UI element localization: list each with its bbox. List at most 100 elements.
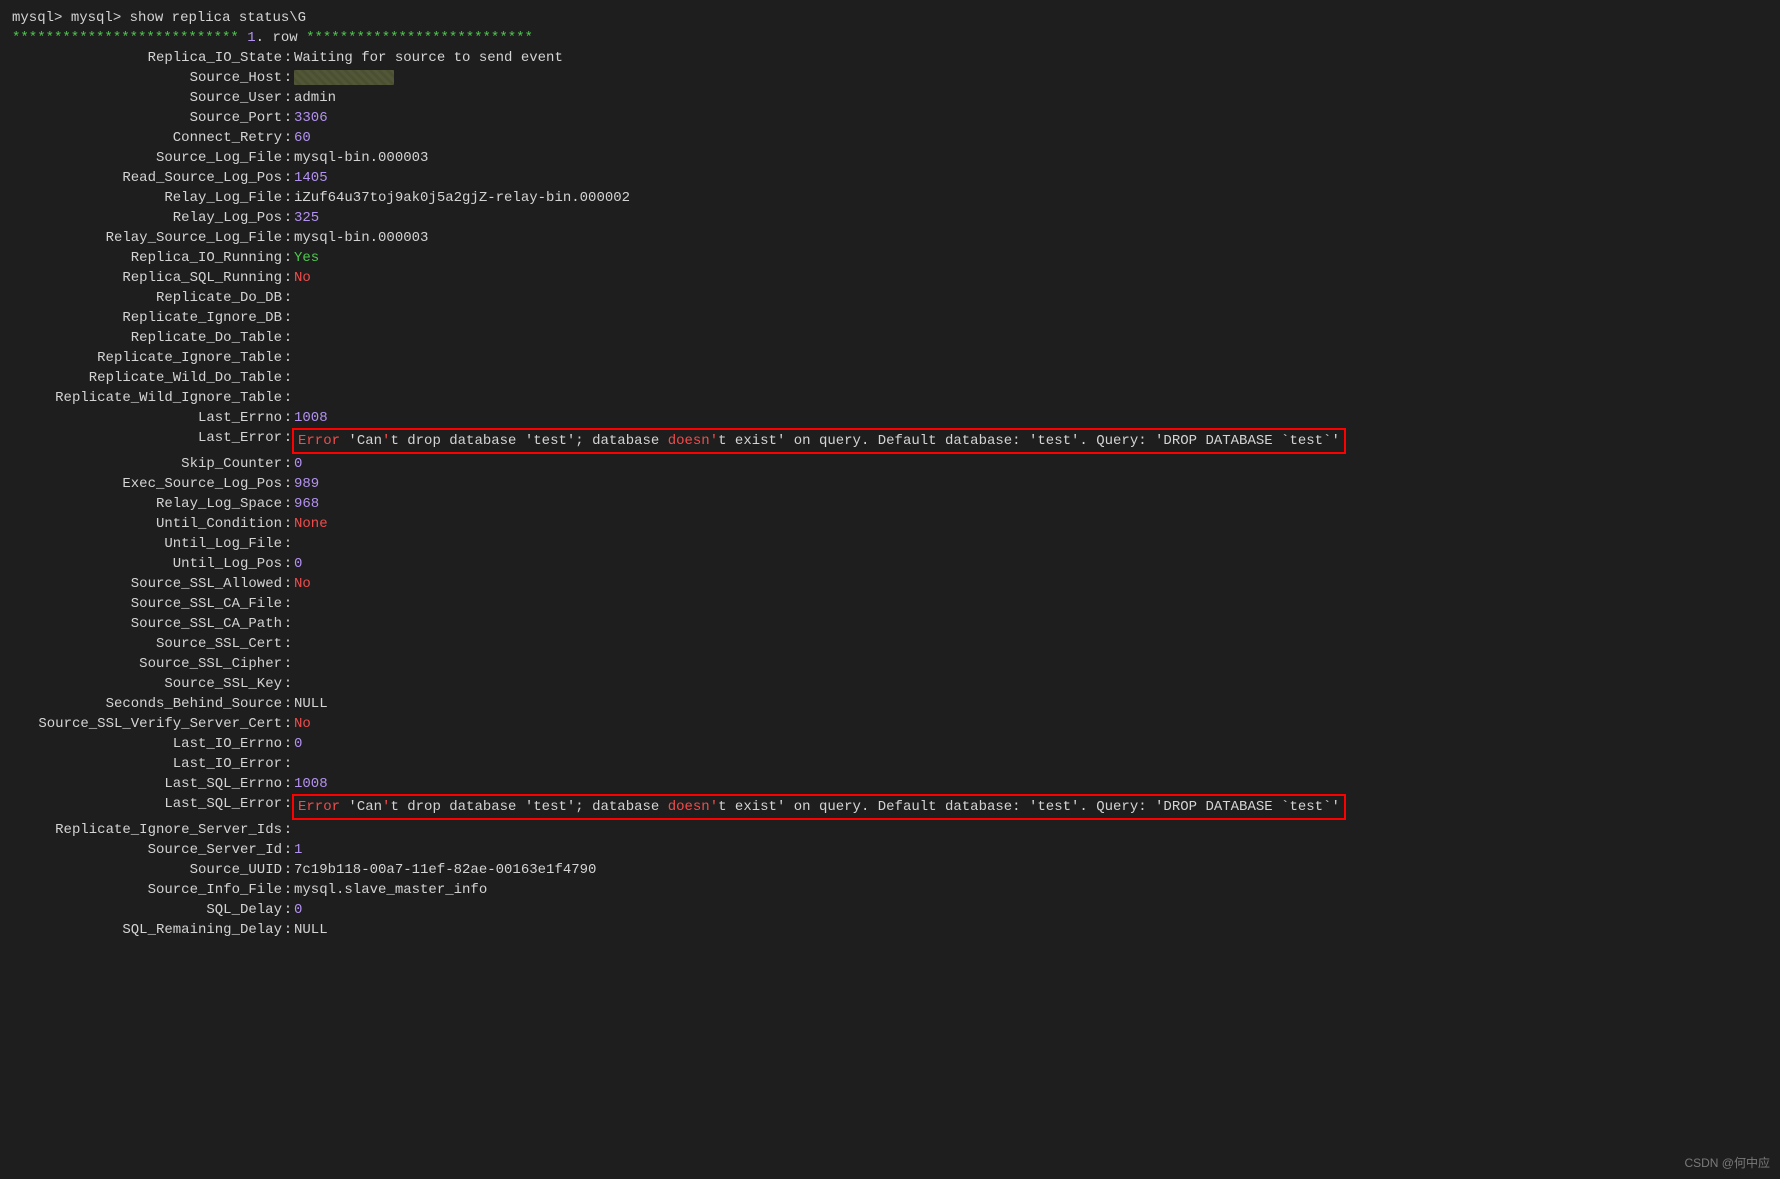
field-row: Source_SSL_Allowed:No [12,574,1768,594]
field-key: Until_Log_Pos [12,554,282,574]
field-key: Skip_Counter [12,454,282,474]
field-key: Replicate_Ignore_Table [12,348,282,368]
field-value: 325 [294,208,1768,228]
field-sep: : [282,328,294,348]
field-sep: : [282,474,294,494]
field-sep: : [282,694,294,714]
field-key: Last_IO_Error [12,754,282,774]
field-row: Source_SSL_Cert: [12,634,1768,654]
field-key: Replica_SQL_Running [12,268,282,288]
field-sep: : [282,714,294,734]
field-sep: : [282,920,294,940]
field-value [294,68,1768,88]
field-key: Replica_IO_State [12,48,282,68]
field-key: Last_IO_Errno [12,734,282,754]
field-sep: : [282,454,294,474]
field-value: Error 'Can't drop database 'test'; datab… [294,794,1768,820]
field-sep: : [282,594,294,614]
redacted-value [294,70,394,85]
field-value [294,348,1768,368]
field-key: Last_SQL_Errno [12,774,282,794]
field-sep: : [282,308,294,328]
field-key: Source_Port [12,108,282,128]
field-sep: : [282,368,294,388]
field-value: Waiting for source to send event [294,48,1768,68]
field-key: Exec_Source_Log_Pos [12,474,282,494]
error-message-box: Error 'Can't drop database 'test'; datab… [292,428,1346,454]
field-row: Source_UUID:7c19b118-00a7-11ef-82ae-0016… [12,860,1768,880]
field-sep: : [282,348,294,368]
field-row: Skip_Counter:0 [12,454,1768,474]
field-sep: : [282,88,294,108]
field-value [294,388,1768,408]
field-row: Source_Server_Id:1 [12,840,1768,860]
field-value: No [294,268,1768,288]
field-key: Connect_Retry [12,128,282,148]
field-key: Replicate_Do_DB [12,288,282,308]
field-row: Until_Condition:None [12,514,1768,534]
field-row: SQL_Delay:0 [12,900,1768,920]
field-key: Source_User [12,88,282,108]
field-value [294,634,1768,654]
field-row: Source_Log_File:mysql-bin.000003 [12,148,1768,168]
field-row: Connect_Retry:60 [12,128,1768,148]
field-value: mysql-bin.000003 [294,148,1768,168]
field-sep: : [282,614,294,634]
field-row: Source_SSL_Key: [12,674,1768,694]
field-value: 968 [294,494,1768,514]
field-sep: : [282,574,294,594]
field-row: Replica_SQL_Running:No [12,268,1768,288]
field-value: 0 [294,734,1768,754]
field-value: NULL [294,694,1768,714]
terminal-output[interactable]: mysql> mysql> show replica status\G ****… [12,8,1768,940]
field-row: Source_Host: [12,68,1768,88]
field-row: Relay_Log_Space:968 [12,494,1768,514]
field-key: Until_Condition [12,514,282,534]
field-value: 0 [294,900,1768,920]
field-sep: : [282,514,294,534]
field-sep: : [282,634,294,654]
field-row: Until_Log_Pos:0 [12,554,1768,574]
row-stars-right: *************************** [306,30,533,46]
field-value: 989 [294,474,1768,494]
field-row: Source_SSL_CA_Path: [12,614,1768,634]
field-key: Source_SSL_Verify_Server_Cert [12,714,282,734]
field-key: Last_Errno [12,408,282,428]
mysql-prompt-2: mysql> [71,10,121,26]
field-row: Last_SQL_Errno:1008 [12,774,1768,794]
field-row: Source_SSL_Cipher: [12,654,1768,674]
field-value: 1008 [294,774,1768,794]
field-value [294,754,1768,774]
field-row: Until_Log_File: [12,534,1768,554]
field-sep: : [282,128,294,148]
field-sep: : [282,554,294,574]
field-row: Replicate_Wild_Ignore_Table: [12,388,1768,408]
field-value [294,614,1768,634]
field-key: Replicate_Wild_Ignore_Table [12,388,282,408]
field-row: Replicate_Do_DB: [12,288,1768,308]
field-key: Relay_Source_Log_File [12,228,282,248]
field-sep: : [282,228,294,248]
field-value: 3306 [294,108,1768,128]
field-key: Replicate_Ignore_Server_Ids [12,820,282,840]
row-word: row [272,30,297,46]
sql-command: show replica status\G [130,10,306,26]
field-sep: : [282,900,294,920]
field-key: Source_SSL_Key [12,674,282,694]
field-key: Replicate_Wild_Do_Table [12,368,282,388]
field-sep: : [282,48,294,68]
field-sep: : [282,288,294,308]
field-row: Last_IO_Error: [12,754,1768,774]
field-row: Source_Info_File:mysql.slave_master_info [12,880,1768,900]
field-sep: : [282,208,294,228]
field-sep: : [282,820,294,840]
row-stars-left: *************************** [12,30,239,46]
field-value: 60 [294,128,1768,148]
field-value: Yes [294,248,1768,268]
field-key: SQL_Delay [12,900,282,920]
field-key: Relay_Log_Pos [12,208,282,228]
field-sep: : [282,754,294,774]
field-key: Source_SSL_CA_Path [12,614,282,634]
field-row: Source_Port:3306 [12,108,1768,128]
field-value [294,820,1768,840]
